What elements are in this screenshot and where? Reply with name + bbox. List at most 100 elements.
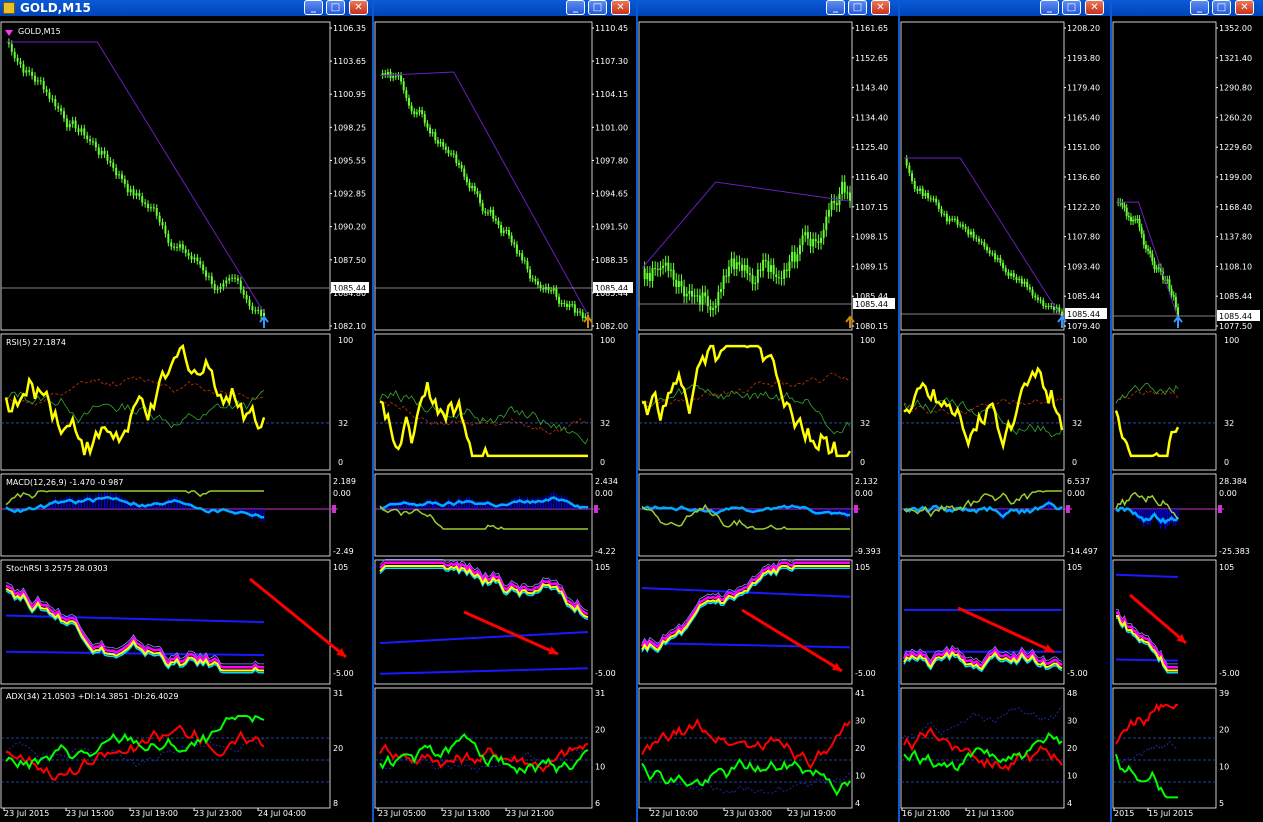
price-panel-frame [0,21,331,331]
price-scale-label: 1179.40 [1067,84,1100,93]
maximize-button[interactable]: □ [1062,0,1081,15]
minimize-button[interactable]: _ [826,0,845,15]
price-candle [809,238,812,247]
price-candle [814,239,817,242]
price-candle [994,253,997,260]
price-candle [100,150,103,155]
price-candle [956,219,959,225]
trend-arrow-line [249,577,347,659]
price-candle [236,278,239,281]
price-scale-label: 1125.40 [855,143,888,152]
chart-window-2[interactable]: _ □ ✕ 1085.44 1110.45 1107.30 1104.15 1101.0… [374,0,636,822]
price-candle [1144,244,1147,249]
close-button[interactable]: ✕ [1085,0,1104,15]
price-candle [977,238,980,242]
price-candle [173,246,176,248]
chart-window-5[interactable]: _ □ ✕ 1085.44 1352.00 1321.40 1290.80 1260.2… [1112,0,1263,822]
adx-plus-di-line [1115,754,1178,799]
signal-arrow-icon [1173,315,1183,328]
price-candle [531,278,534,280]
price-candle [746,265,749,274]
price-candle [916,189,919,191]
rsi-ma-slow [1115,390,1179,403]
chart-symbol-label: GOLD,M15 [18,27,61,36]
maximize-button[interactable]: □ [1212,0,1231,15]
price-candle [1050,306,1053,308]
price-candle [473,186,476,192]
maximize-button[interactable]: □ [326,0,345,15]
price-candle [405,90,408,98]
chart-area-5[interactable]: 1085.44 1352.00 1321.40 1290.80 1260.20 1229.… [1112,16,1263,822]
price-candle [759,269,762,271]
chart-window-3[interactable]: _ □ ✕ 1085.44 1161.65 1152.65 1143.40 1134.4… [638,0,898,822]
price-candle [672,269,675,280]
price-candle [733,258,736,270]
price-candle [476,191,479,194]
minimize-button[interactable]: _ [566,0,585,15]
chart-pane[interactable]: 1085.44 1106.35 1103.65 1100.95 1098.25 1095.… [0,16,372,822]
window-border [1110,0,1112,822]
price-candle [149,207,152,209]
price-candle [492,209,495,219]
price-candle [407,97,410,106]
minimize-button[interactable]: _ [1040,0,1059,15]
price-candle [560,303,563,305]
rsi-indicator-label: RSI(5) 27.1874 [6,338,66,347]
chart-pane[interactable]: 1085.44 1161.65 1152.65 1143.40 1134.40 1125.… [638,16,898,822]
price-candle [762,259,765,271]
price-scale-label: 1097.80 [595,156,628,165]
rsi-ma-fast [1115,382,1179,404]
price-candle [497,220,500,225]
price-candle [693,295,696,297]
price-scale-label: 1193.80 [1067,54,1100,63]
time-axis-label: 23 Jul 03:00 [724,809,772,818]
chart-window-4[interactable]: _ □ ✕ 1085.44 1208.20 1193.80 1179.40 1165.4… [900,0,1110,822]
close-button[interactable]: ✕ [1235,0,1254,15]
price-candle [257,310,260,312]
chart-pane[interactable]: 1085.44 1352.00 1321.40 1290.80 1260.20 1229.… [1112,16,1263,822]
chart-window-1[interactable]: GOLD,M15 _ □ ✕ 1085.44 1106.35 1103.65 1100… [0,0,372,822]
price-candle [97,147,100,155]
price-candle [521,253,524,261]
price-candle [1170,288,1173,296]
chart-pane[interactable]: 1085.44 1208.20 1193.80 1179.40 1165.40 1151.… [900,16,1110,822]
price-candle [36,80,39,82]
window-titlebar[interactable]: _ □ ✕ [638,0,898,16]
price-scale-label: 1116.40 [855,173,888,182]
close-button[interactable]: ✕ [611,0,630,15]
chart-pane[interactable]: 1085.44 1110.45 1107.30 1104.15 1101.00 1097.… [374,16,636,822]
price-candle [1134,219,1137,221]
window-titlebar[interactable]: _ □ ✕ [1112,0,1263,16]
chart-area-2[interactable]: 1085.44 1110.45 1107.30 1104.15 1101.00 1097.… [374,16,636,822]
close-button[interactable]: ✕ [349,0,368,15]
close-button[interactable]: ✕ [871,0,890,15]
chart-area-4[interactable]: 1085.44 1208.20 1193.80 1179.40 1165.40 1151.… [900,16,1110,822]
price-candle [523,260,526,262]
price-candle [529,269,532,279]
window-titlebar[interactable]: _ □ ✕ [900,0,1110,16]
price-candle [106,154,109,161]
price-candle [16,58,19,62]
price-candle [738,262,741,265]
window-titlebar[interactable]: GOLD,M15 _ □ ✕ [0,0,372,16]
price-scale-label: 1290.80 [1219,84,1252,93]
price-candle [71,120,74,125]
chart-area-1[interactable]: 1085.441106.351103.651100.951098.251095.… [0,16,372,822]
chart-area-3[interactable]: 1085.44 1161.65 1152.65 1143.40 1134.40 1125.… [638,16,898,822]
price-scale-label: 1103.65 [333,57,366,66]
adx-scale-label: 41 [855,689,865,698]
minimize-button[interactable]: _ [1190,0,1209,15]
price-candle [413,111,416,115]
maximize-button[interactable]: □ [588,0,607,15]
adx-plus-di-line [5,714,265,771]
price-candle [961,224,964,227]
price-candle [669,269,672,271]
price-candle [563,303,566,305]
price-candle [1034,295,1037,298]
window-titlebar[interactable]: _ □ ✕ [374,0,636,16]
price-candle [392,76,395,78]
price-candle [913,181,916,190]
maximize-button[interactable]: □ [848,0,867,15]
price-candle [39,80,42,82]
minimize-button[interactable]: _ [304,0,323,15]
